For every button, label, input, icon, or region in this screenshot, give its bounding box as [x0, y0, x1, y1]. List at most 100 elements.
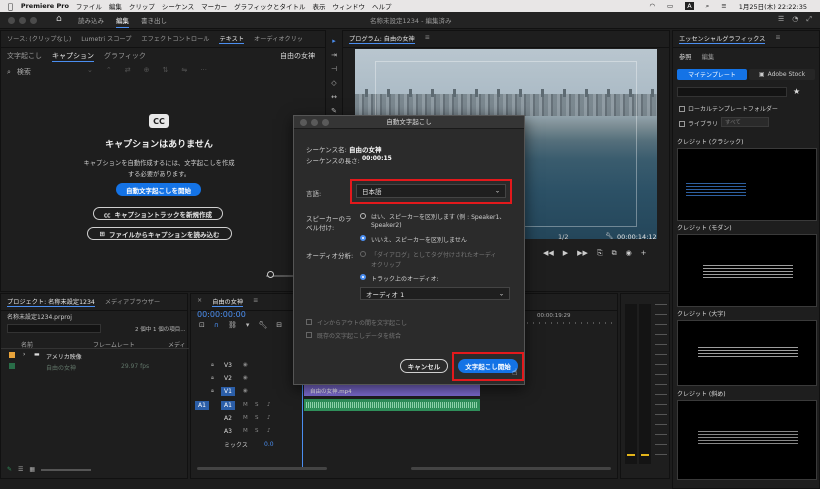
tab-lumetri[interactable]: Lumetri スコープ: [81, 34, 131, 44]
zoom-window-button[interactable]: [30, 17, 37, 24]
apple-menu-icon[interactable]: : [8, 2, 13, 11]
essential-graphics-title[interactable]: エッセンシャルグラフィックス: [679, 34, 766, 44]
zoom-slider-handle[interactable]: [267, 271, 274, 278]
chevron-down-icon[interactable]: ⌄: [87, 66, 93, 74]
input-source-icon[interactable]: A: [685, 2, 694, 10]
add-icon[interactable]: ⊕: [144, 66, 150, 74]
notification-icon[interactable]: ◔: [792, 15, 798, 24]
pen-tool-icon[interactable]: ✎: [331, 107, 337, 115]
mic-icon[interactable]: ♪: [267, 415, 271, 421]
camera-icon[interactable]: ◉: [626, 249, 632, 258]
wrench-icon[interactable]: 🔧︎: [258, 321, 267, 329]
cancel-button[interactable]: キャンセル: [400, 359, 448, 373]
speaker-yes-radio[interactable]: [360, 213, 366, 219]
caption-track-icon[interactable]: ⊟: [276, 321, 282, 329]
timeline-scrollbar[interactable]: [197, 467, 327, 470]
close-dialog-button[interactable]: [300, 119, 307, 126]
menu-graphics[interactable]: グラフィックとタイトル: [234, 1, 305, 11]
audio-clip[interactable]: [304, 399, 480, 411]
eye-icon[interactable]: ◉: [243, 388, 248, 394]
timeline-timecode[interactable]: 00:00:00:00: [197, 310, 246, 319]
step-back-icon[interactable]: ◀◀: [543, 249, 554, 258]
snap-icon[interactable]: ∩: [214, 321, 219, 329]
marker-icon[interactable]: ▾: [246, 321, 250, 329]
template-search-input[interactable]: [677, 87, 787, 97]
menu-sequence[interactable]: シーケンス: [162, 1, 194, 11]
mute-button[interactable]: M: [243, 428, 248, 434]
search-icon[interactable]: ⌕: [706, 2, 710, 11]
lock-icon[interactable]: 🔒︎: [211, 362, 214, 369]
replace-icon[interactable]: ⇄: [125, 66, 131, 74]
mute-button[interactable]: M: [243, 415, 248, 421]
audio-track-select[interactable]: オーディオ 1 ⌄: [360, 287, 510, 300]
workspace-menu-icon[interactable]: ☰: [778, 15, 784, 24]
my-templates-button[interactable]: マイテンプレート: [677, 69, 747, 80]
menu-view[interactable]: 表示: [312, 1, 325, 11]
credit-large-thumb[interactable]: [677, 320, 817, 386]
star-icon[interactable]: ★: [793, 87, 800, 96]
panel-menu-icon[interactable]: ≡: [425, 34, 430, 44]
resolution-fraction[interactable]: 1/2: [558, 233, 568, 241]
start-transcription-button[interactable]: 自動文字起こしを開始: [116, 183, 201, 196]
col-framerate[interactable]: フレームレート: [93, 340, 135, 349]
tab-media-browser[interactable]: メディアブラウザー: [105, 297, 160, 307]
home-icon[interactable]: ⌂: [56, 14, 66, 24]
add-button-icon[interactable]: +: [641, 249, 647, 258]
lock-icon[interactable]: 🔒︎: [211, 375, 214, 382]
program-timecode[interactable]: 00:00:14:12: [617, 233, 657, 241]
tab-audio-clip[interactable]: オーディオクリッ: [254, 34, 303, 44]
tab-effect-controls[interactable]: エフェクトコントロール: [141, 34, 209, 44]
tab-import[interactable]: 読み込み: [78, 15, 104, 28]
app-menu[interactable]: Premiere Pro: [21, 2, 69, 10]
track-select-tool-icon[interactable]: ⇥: [331, 51, 337, 59]
menu-window[interactable]: ウィンドウ: [332, 1, 365, 11]
pencil-icon[interactable]: ✎: [7, 466, 12, 473]
zoom-slider[interactable]: [41, 468, 92, 471]
solo-button[interactable]: S: [255, 402, 259, 408]
tab-captions[interactable]: キャプション: [52, 51, 94, 62]
project-search-input[interactable]: [7, 324, 101, 333]
panel-menu-icon[interactable]: ≡: [775, 34, 780, 44]
speaker-no-radio[interactable]: [360, 235, 366, 241]
caption-search[interactable]: ⌕ 検索: [7, 67, 31, 77]
mic-icon[interactable]: ♪: [267, 402, 271, 408]
close-window-button[interactable]: [8, 17, 15, 24]
dialog-tag-radio[interactable]: [360, 251, 366, 257]
ripple-edit-tool-icon[interactable]: ⊣: [331, 65, 337, 73]
minimize-dialog-button[interactable]: [311, 119, 318, 126]
clock[interactable]: 1月25日(木) 22:22:35: [739, 1, 807, 11]
timeline-zoom-bar[interactable]: [411, 467, 611, 470]
adobe-stock-button[interactable]: ▣ Adobe Stock: [749, 69, 815, 80]
eye-icon[interactable]: ◉: [243, 375, 248, 381]
solo-button[interactable]: S: [255, 415, 259, 421]
import-captions-button[interactable]: ⊞ ファイルからキャプションを読み込む: [87, 227, 232, 240]
extract-icon[interactable]: ⧉: [612, 249, 617, 258]
local-folder-checkbox[interactable]: [679, 105, 685, 112]
tab-browse[interactable]: 参照: [679, 52, 692, 61]
close-tab-icon[interactable]: ×: [197, 297, 202, 307]
credit-modern-thumb[interactable]: [677, 234, 817, 307]
tab-graphics[interactable]: グラフィック: [104, 51, 146, 62]
menu-help[interactable]: ヘルプ: [372, 1, 392, 11]
tab-timeline[interactable]: 自由の女神: [212, 297, 244, 307]
new-caption-track-button[interactable]: ㏄キャプショントラックを新規作成: [93, 207, 223, 220]
control-center-icon[interactable]: ≡: [721, 2, 726, 10]
linked-icon[interactable]: ⛓︎: [228, 321, 237, 329]
selection-tool-icon[interactable]: ▸: [332, 37, 336, 45]
panel-menu-icon[interactable]: ≡: [253, 297, 258, 307]
library-checkbox[interactable]: [679, 120, 685, 127]
credit-classic-thumb[interactable]: [677, 148, 817, 221]
credit-diagonal-thumb[interactable]: [677, 400, 817, 480]
menu-file[interactable]: ファイル: [76, 1, 102, 11]
video-clip[interactable]: 自由の女神.mp4: [304, 385, 480, 396]
minimize-window-button[interactable]: [19, 17, 26, 24]
battery-icon[interactable]: ▭: [667, 2, 673, 10]
lock-icon[interactable]: 🔒︎: [211, 388, 214, 395]
wifi-icon[interactable]: ◠: [649, 2, 655, 10]
slip-tool-icon[interactable]: ↔: [331, 93, 337, 101]
step-forward-icon[interactable]: ▶▶: [577, 249, 588, 258]
tab-source[interactable]: ソース: (クリップなし): [7, 34, 71, 44]
tab-transcript[interactable]: 文字起こし: [7, 51, 42, 62]
menu-edit[interactable]: 編集: [109, 1, 122, 11]
tab-edit-graphics[interactable]: 編集: [702, 52, 715, 61]
